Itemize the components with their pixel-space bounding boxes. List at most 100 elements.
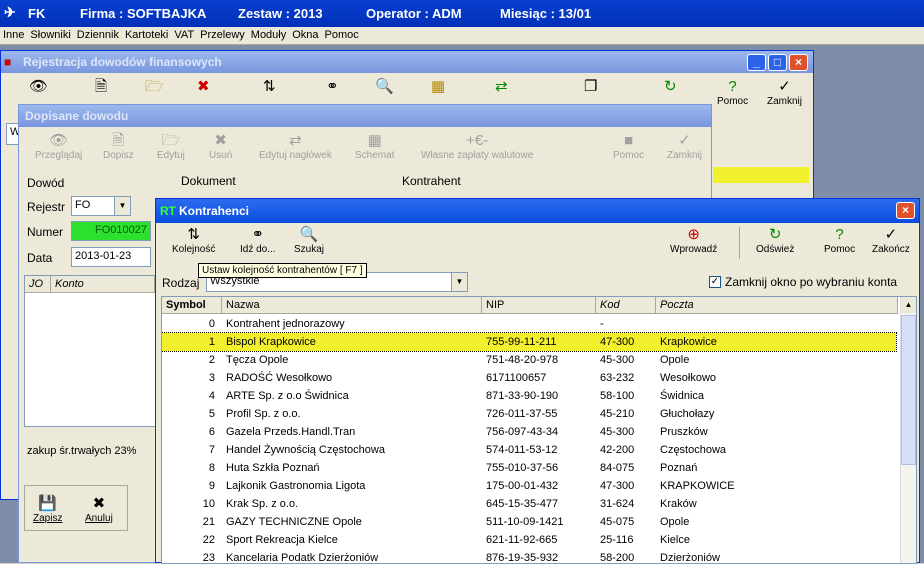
dop-toolbar-button-3[interactable]: ✖ Usuń bbox=[209, 132, 232, 161]
dop-toolbar-button-7[interactable]: ■ Pomoc bbox=[613, 132, 644, 161]
help-icon: ? bbox=[835, 226, 844, 243]
menu-item-2[interactable]: Dziennik bbox=[74, 27, 122, 41]
dop-toolbar-button-6[interactable]: +€- Własne zapłaty walutowe bbox=[421, 132, 533, 161]
minimize-button[interactable]: _ bbox=[747, 54, 766, 71]
cell-nazwa: Profil Sp. z o.o. bbox=[226, 408, 301, 420]
rejestracja-title-bar: ■ Rejestracja dowodów finansowych _ □ × bbox=[1, 51, 813, 73]
transfer-icon[interactable]: ⇄ bbox=[495, 78, 508, 96]
dop-toolbar-button-2[interactable]: 🗁 Edytuj bbox=[157, 132, 185, 161]
sort-icon: ⇅ bbox=[187, 226, 200, 243]
cell-poczta: Poznań bbox=[660, 462, 698, 474]
dop-toolbar-button-8[interactable]: ✓ Zamknij bbox=[667, 132, 702, 161]
col-konto[interactable]: Konto bbox=[51, 276, 155, 293]
table-row[interactable]: 8 Huta Szkła Poznań 755-010-37-56 84-075 Poz… bbox=[162, 459, 896, 477]
rej-pomoc-label: Pomoc bbox=[717, 96, 749, 107]
menu-item-0[interactable]: Inne bbox=[0, 27, 27, 41]
table-row[interactable]: 21 GAZY TECHNICZNE Opole 511-10-09-1421 45-… bbox=[162, 513, 896, 531]
cell-nazwa: GAZY TECHNICZNE Opole bbox=[226, 516, 362, 528]
kontrahent-label: Kontrahent bbox=[402, 174, 461, 188]
close-button[interactable]: × bbox=[789, 54, 808, 71]
dopisane-title: Dopisane dowodu bbox=[25, 109, 129, 123]
dop-toolbar-icon-8: ✓ bbox=[678, 132, 691, 149]
menu-item-5[interactable]: Przelewy bbox=[197, 27, 248, 41]
delete-icon[interactable]: ✖ bbox=[197, 78, 210, 96]
kon-close-button[interactable]: × bbox=[896, 202, 915, 219]
chevron-down-icon[interactable]: ▼ bbox=[114, 197, 130, 215]
dop-toolbar-button-1[interactable]: 🗎 Dopisz bbox=[103, 132, 134, 161]
sort-icon[interactable]: ⇅ bbox=[263, 78, 276, 96]
refresh-icon[interactable]: ↻ bbox=[664, 78, 677, 96]
scroll-thumb[interactable] bbox=[901, 315, 916, 465]
menu-item-7[interactable]: Okna bbox=[289, 27, 321, 41]
menu-item-8[interactable]: Pomoc bbox=[322, 27, 362, 41]
table-row[interactable]: 2 Tęcza Opole 751-48-20-978 45-300 Opole bbox=[162, 351, 896, 369]
cell-symbol: 0 bbox=[208, 318, 215, 330]
zapisz-button[interactable]: 💾 Zapisz bbox=[33, 495, 62, 524]
cell-kod: 25-116 bbox=[600, 534, 634, 546]
table-row[interactable]: 5 Profil Sp. z o.o. 726-011-37-55 45-210 Głu… bbox=[162, 405, 896, 423]
table-row[interactable]: 23 Kancelaria Podatk Dzierżoniów 876-19-35… bbox=[162, 549, 896, 563]
col-kod[interactable]: Kod bbox=[596, 297, 656, 314]
kolejnosc-button[interactable]: ⇅ Kolejność bbox=[172, 226, 215, 255]
chevron-down-icon[interactable]: ▼ bbox=[451, 273, 467, 291]
szukaj-button[interactable]: 🔍 Szukaj bbox=[294, 226, 324, 255]
scheme-icon[interactable]: ▦ bbox=[431, 78, 445, 96]
col-poczta[interactable]: Poczta bbox=[656, 297, 898, 314]
table-row[interactable]: 10 Krak Sp. z o.o. 645-15-35-477 31-624 Krak… bbox=[162, 495, 896, 513]
col-nip[interactable]: NIP bbox=[482, 297, 596, 314]
table-row[interactable]: 22 Sport Rekreacja Kielce 621-11-92-665 25-… bbox=[162, 531, 896, 549]
menu-item-4[interactable]: VAT bbox=[171, 27, 197, 41]
odswiez-button[interactable]: ↻ Odśwież bbox=[756, 226, 794, 255]
menu-item-3[interactable]: Kartoteki bbox=[122, 27, 171, 41]
new-doc-icon[interactable]: 🗎 bbox=[95, 78, 107, 96]
target-icon: ⊕ bbox=[687, 226, 700, 243]
cell-nazwa: Sport Rekreacja Kielce bbox=[226, 534, 338, 546]
zamknij-checkbox-label[interactable]: Zamknij okno po wybraniu konta bbox=[725, 275, 897, 289]
scroll-up-arrow-icon[interactable]: ▲ bbox=[901, 297, 916, 313]
dop-toolbar-button-4[interactable]: ⇄ Edytuj nagłówek bbox=[259, 132, 332, 161]
table-row[interactable]: 6 Gazela Przeds.Handl.Tran 756-097-43-34 45… bbox=[162, 423, 896, 441]
table-row[interactable]: 7 Handel Żywnością Częstochowa 574-011-53-… bbox=[162, 441, 896, 459]
table-row[interactable]: 0 Kontrahent jednorazowy - bbox=[162, 315, 896, 333]
kon-pomoc-button[interactable]: ? Pomoc bbox=[824, 226, 855, 255]
wprowadz-button[interactable]: ⊕ Wprowadź bbox=[670, 226, 717, 255]
table-row[interactable]: 9 Lajkonik Gastronomia Ligota 175-00-01-43… bbox=[162, 477, 896, 495]
zamknij-checkbox[interactable]: ✓ bbox=[709, 276, 721, 288]
zakoncz-button[interactable]: ✓ Zakończ bbox=[872, 226, 910, 255]
menu-item-1[interactable]: Słowniki bbox=[27, 27, 73, 41]
idz-button[interactable]: ⚭ Idź do... bbox=[240, 226, 276, 255]
numer-input[interactable]: FO010027 bbox=[71, 221, 151, 241]
cell-kod: 45-075 bbox=[600, 516, 635, 528]
cell-nazwa: Handel Żywnością Częstochowa bbox=[226, 444, 385, 456]
folder-open-icon[interactable]: 🗁 bbox=[145, 78, 164, 96]
rej-selected-row[interactable] bbox=[713, 167, 809, 183]
cell-nip: 726-011-37-55 bbox=[486, 408, 558, 420]
search-icon[interactable]: 🔍 bbox=[375, 78, 394, 96]
cell-nip: 621-11-92-665 bbox=[486, 534, 558, 546]
col-jo[interactable]: JO bbox=[25, 276, 51, 293]
rejestr-select[interactable]: FO ▼ bbox=[71, 196, 131, 216]
app-icon[interactable]: ✈ bbox=[4, 4, 16, 21]
dop-toolbar-button-5[interactable]: ▦ Schemat bbox=[355, 132, 394, 161]
scrollbar[interactable]: ▲ bbox=[900, 297, 916, 563]
table-row[interactable]: 3 RADOŚĆ Wesołkowo 6171100657 63-232 Wesołko… bbox=[162, 369, 896, 387]
rej-zamknij-button[interactable]: ✓ Zamknij bbox=[767, 78, 802, 107]
table-row[interactable]: 1 Bispol Krapkowice 755-99-11-211 47-300 Kra… bbox=[162, 332, 897, 352]
numer-label: Numer bbox=[27, 225, 64, 239]
dop-toolbar-label-2: Edytuj bbox=[157, 150, 185, 161]
dop-toolbar-button-0[interactable]: 👁 Przeglądaj bbox=[35, 132, 82, 161]
dop-toolbar-label-0: Przeglądaj bbox=[35, 150, 83, 161]
eye-icon[interactable]: 👁 bbox=[29, 78, 48, 96]
copy-icon[interactable]: ❐ bbox=[584, 78, 597, 96]
menu-item-6[interactable]: Moduły bbox=[248, 27, 289, 41]
cell-nip: 756-097-43-34 bbox=[486, 426, 559, 438]
col-symbol[interactable]: Symbol bbox=[162, 297, 222, 314]
rej-pomoc-button[interactable]: ? Pomoc bbox=[717, 78, 748, 107]
data-input[interactable]: 2013-01-23 bbox=[71, 247, 151, 267]
col-nazwa[interactable]: Nazwa bbox=[222, 297, 482, 314]
table-row[interactable]: 4 ARTE Sp. z o.o Świdnica 871-33-90-190 58-… bbox=[162, 387, 896, 405]
firma-label: Firma : SOFTBAJKA bbox=[80, 6, 207, 21]
anuluj-button[interactable]: ✖ Anuluj bbox=[85, 495, 113, 524]
goto-icon[interactable]: ⚭ bbox=[326, 78, 339, 96]
maximize-button[interactable]: □ bbox=[768, 54, 787, 71]
